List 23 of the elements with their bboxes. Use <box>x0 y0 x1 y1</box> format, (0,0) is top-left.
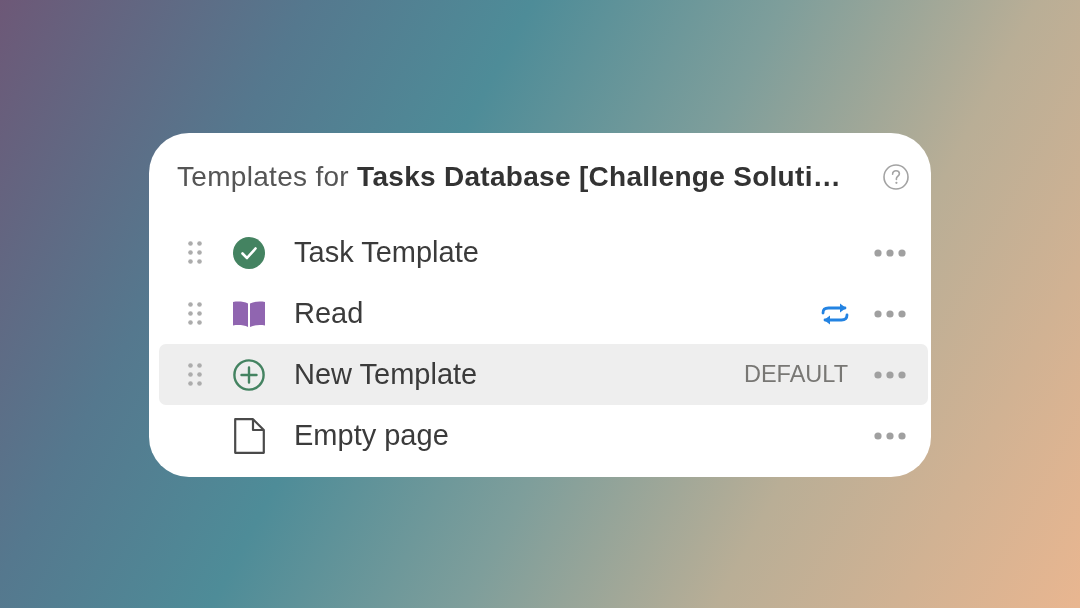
drag-handle-icon[interactable] <box>188 241 202 264</box>
more-icon[interactable] <box>874 248 906 257</box>
template-row[interactable]: Empty page <box>159 405 928 466</box>
template-row[interactable]: Read <box>159 283 928 344</box>
more-icon[interactable] <box>874 309 906 318</box>
panel-title: Templates for Tasks Database [Challenge Soluti… <box>177 160 842 194</box>
help-icon[interactable] <box>883 164 909 190</box>
template-row[interactable]: Task Template <box>159 222 928 283</box>
drag-handle-icon[interactable] <box>188 302 202 325</box>
template-name: Empty page <box>294 419 449 452</box>
template-row[interactable]: New Template DEFAULT <box>159 344 928 405</box>
plus-circle-icon <box>233 358 265 391</box>
more-icon[interactable] <box>874 370 906 379</box>
more-icon[interactable] <box>874 431 906 440</box>
drag-handle-icon[interactable] <box>188 363 202 386</box>
check-circle-icon <box>233 236 265 269</box>
default-label: DEFAULT <box>743 361 848 388</box>
template-name: Read <box>294 297 364 330</box>
template-name: New Template <box>294 358 478 391</box>
template-name: Task Template <box>294 236 479 269</box>
book-icon <box>233 300 265 327</box>
page-icon <box>233 417 265 454</box>
repeat-icon[interactable] <box>820 301 850 326</box>
